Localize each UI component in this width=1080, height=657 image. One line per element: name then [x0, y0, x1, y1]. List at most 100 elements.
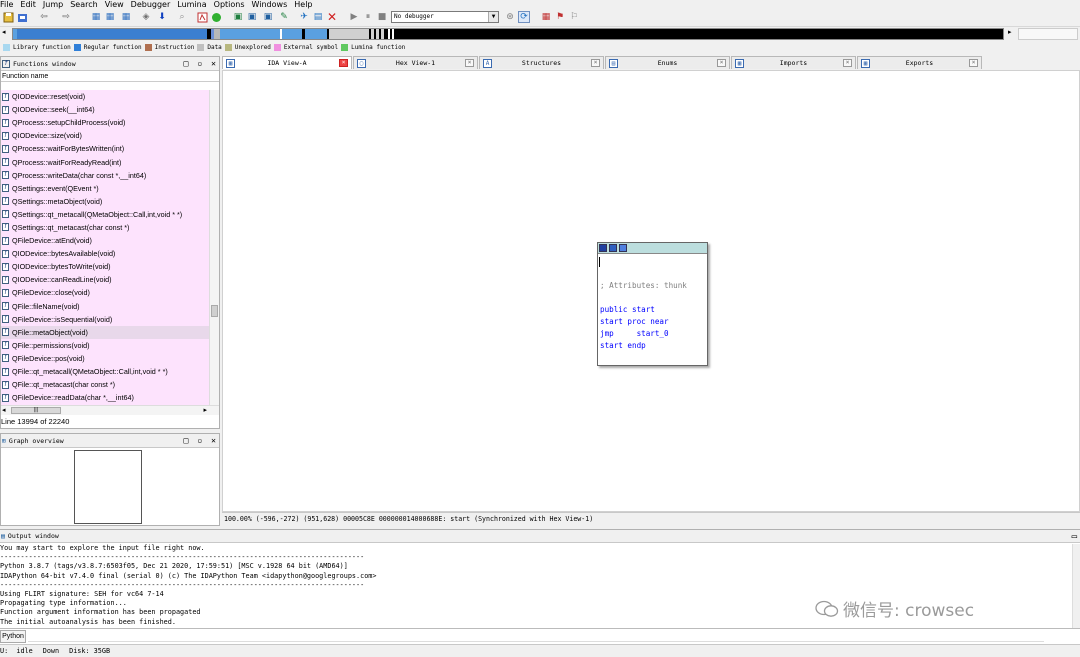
- vertical-scrollbar[interactable]: [209, 90, 219, 405]
- tab-close-icon[interactable]: ×: [843, 59, 852, 67]
- play-icon[interactable]: ▶: [348, 11, 360, 23]
- function-row[interactable]: f QFile::metaObject(void): [1, 325, 209, 339]
- command-input[interactable]: [28, 632, 1044, 642]
- function-row[interactable]: f QFile::fileName(void): [1, 300, 209, 313]
- tab-close-icon[interactable]: ×: [465, 59, 474, 67]
- menu-item-file[interactable]: File: [0, 0, 20, 9]
- node-graph-icon[interactable]: [609, 244, 617, 252]
- column-header-function-name[interactable]: Function name: [1, 71, 219, 82]
- run-icon[interactable]: [210, 11, 222, 23]
- close-icon[interactable]: ✕: [211, 59, 216, 68]
- menu-item-options[interactable]: Options: [214, 0, 252, 9]
- minimize-icon[interactable]: □: [184, 436, 189, 445]
- close-icon[interactable]: ▭: [1072, 532, 1077, 542]
- vertical-scrollbar[interactable]: [1072, 544, 1080, 629]
- tab-close-icon[interactable]: ×: [339, 59, 348, 67]
- tab-close-icon[interactable]: ×: [969, 59, 978, 67]
- ida-view-graph[interactable]: ; Attributes: thunk public start start p…: [222, 70, 1080, 512]
- function-row[interactable]: f QSettings::metaObject(void): [1, 195, 209, 208]
- function-row[interactable]: f QSettings::qt_metacast(char const *): [1, 221, 209, 234]
- tab-hex-view-1[interactable]: ▢ Hex View-1 ×: [353, 56, 478, 69]
- menu-item-lumina[interactable]: Lumina: [177, 0, 213, 9]
- menu-item-debugger[interactable]: Debugger: [131, 0, 178, 9]
- module-icon[interactable]: ▣: [232, 11, 244, 23]
- stop-icon[interactable]: ■: [376, 11, 388, 23]
- function-row[interactable]: f QIODevice::reset(void): [1, 90, 209, 103]
- close-icon[interactable]: ✕: [326, 11, 338, 23]
- hex-search-icon[interactable]: ⌕: [176, 11, 188, 23]
- open-icon[interactable]: [16, 11, 28, 23]
- nav-zoom-area[interactable]: [1018, 28, 1078, 40]
- plugin-icon[interactable]: ✈: [298, 11, 310, 23]
- binary-icon[interactable]: ▦: [90, 11, 102, 23]
- function-row[interactable]: f QIODevice::seek(__int64): [1, 103, 209, 116]
- patch-icon[interactable]: ▤: [312, 11, 324, 23]
- function-row[interactable]: f QFile::qt_metacast(char const *): [1, 378, 209, 391]
- function-row[interactable]: f QFile::permissions(void): [1, 339, 209, 352]
- scroll-right-icon[interactable]: ▸: [203, 406, 207, 414]
- function-row[interactable]: f QSettings::qt_metacall(QMetaObject::Cal…: [1, 208, 209, 221]
- float-icon[interactable]: ▫: [197, 436, 202, 445]
- tab-structures[interactable]: A Structures ×: [479, 56, 604, 69]
- node-group-icon[interactable]: [619, 244, 627, 252]
- function-row[interactable]: f QFileDevice::atEnd(void): [1, 234, 209, 247]
- back-icon[interactable]: ⇦: [38, 11, 50, 23]
- tab-imports[interactable]: ▦ Imports ×: [731, 56, 856, 69]
- function-row[interactable]: f QFileDevice::isSequential(void): [1, 313, 209, 326]
- tab-ida-view-a[interactable]: ▦ IDA View-A ×: [222, 56, 352, 69]
- minimize-icon[interactable]: □: [184, 59, 189, 68]
- tab-close-icon[interactable]: ×: [591, 59, 600, 67]
- scroll-thumb[interactable]: [211, 305, 218, 317]
- binoculars-icon[interactable]: ◈: [140, 11, 152, 23]
- tab-enums[interactable]: ▤ Enums ×: [605, 56, 730, 69]
- function-row[interactable]: f QIODevice::size(void): [1, 129, 209, 142]
- script-icon[interactable]: ✎: [278, 11, 290, 23]
- structs-icon[interactable]: ▣: [262, 11, 274, 23]
- function-row[interactable]: f QFileDevice::close(void): [1, 286, 209, 299]
- code-line[interactable]: jmp start_0: [600, 329, 669, 338]
- forward-icon[interactable]: ⇨: [60, 11, 72, 23]
- function-row[interactable]: f QSettings::event(QEvent *): [1, 182, 209, 195]
- pause-icon[interactable]: ⏸: [362, 11, 374, 23]
- graph-node[interactable]: ; Attributes: thunk public start start p…: [597, 242, 708, 366]
- text-search-icon[interactable]: ▦: [104, 11, 116, 23]
- segments-icon[interactable]: ▣: [246, 11, 258, 23]
- function-row[interactable]: f QFile::qt_metacall(QMetaObject::Call,in…: [1, 365, 209, 378]
- save-icon[interactable]: [2, 11, 14, 23]
- scroll-left-icon[interactable]: ◂: [2, 406, 6, 414]
- sync-icon[interactable]: ⟳: [518, 11, 530, 23]
- python-button[interactable]: Python: [0, 630, 26, 643]
- function-row[interactable]: f QIODevice::bytesAvailable(void): [1, 247, 209, 260]
- menu-item-help[interactable]: Help: [294, 0, 319, 9]
- debugger-select[interactable]: No debugger ▼: [391, 11, 499, 23]
- scroll-thumb[interactable]: |||: [11, 407, 61, 414]
- function-row[interactable]: f QProcess::waitForReadyRead(int): [1, 155, 209, 168]
- code-line[interactable]: public start: [600, 305, 655, 314]
- graph-icon[interactable]: [196, 11, 208, 23]
- tab-exports[interactable]: ▦ Exports ×: [857, 56, 982, 69]
- menu-item-jump[interactable]: Jump: [43, 0, 70, 9]
- function-row[interactable]: f QIODevice::bytesToWrite(void): [1, 260, 209, 273]
- function-row[interactable]: f QFileDevice::readData(char *,__int64): [1, 391, 209, 404]
- node-color-icon[interactable]: [599, 244, 607, 252]
- code-line[interactable]: start proc near: [600, 317, 669, 326]
- menu-item-windows[interactable]: Windows: [252, 0, 295, 9]
- tab-close-icon[interactable]: ×: [717, 59, 726, 67]
- nav-left-icon[interactable]: ◂: [2, 28, 6, 36]
- function-row[interactable]: f QProcess::writeData(char const *,__int6…: [1, 169, 209, 182]
- nav-right-icon[interactable]: ▸: [1008, 28, 1012, 36]
- function-row[interactable]: f QIODevice::canReadLine(void): [1, 273, 209, 286]
- flag-icon[interactable]: ⚑: [554, 11, 566, 23]
- menu-item-search[interactable]: Search: [70, 0, 104, 9]
- down-arrow-icon[interactable]: ⬇: [156, 11, 168, 23]
- overview-viewport[interactable]: [74, 450, 142, 524]
- step-icon[interactable]: ⊛: [504, 11, 516, 23]
- horizontal-scrollbar[interactable]: ◂ ||| ▸: [1, 405, 219, 415]
- breakpoint-icon[interactable]: ⚐: [568, 11, 580, 23]
- function-row[interactable]: f QFileDevice::pos(void): [1, 352, 209, 365]
- navigation-strip[interactable]: [12, 28, 1004, 40]
- menu-item-edit[interactable]: Edit: [20, 0, 43, 9]
- menu-item-view[interactable]: View: [105, 0, 131, 9]
- function-row[interactable]: f QProcess::waitForBytesWritten(int): [1, 142, 209, 155]
- find-icon[interactable]: ▦: [120, 11, 132, 23]
